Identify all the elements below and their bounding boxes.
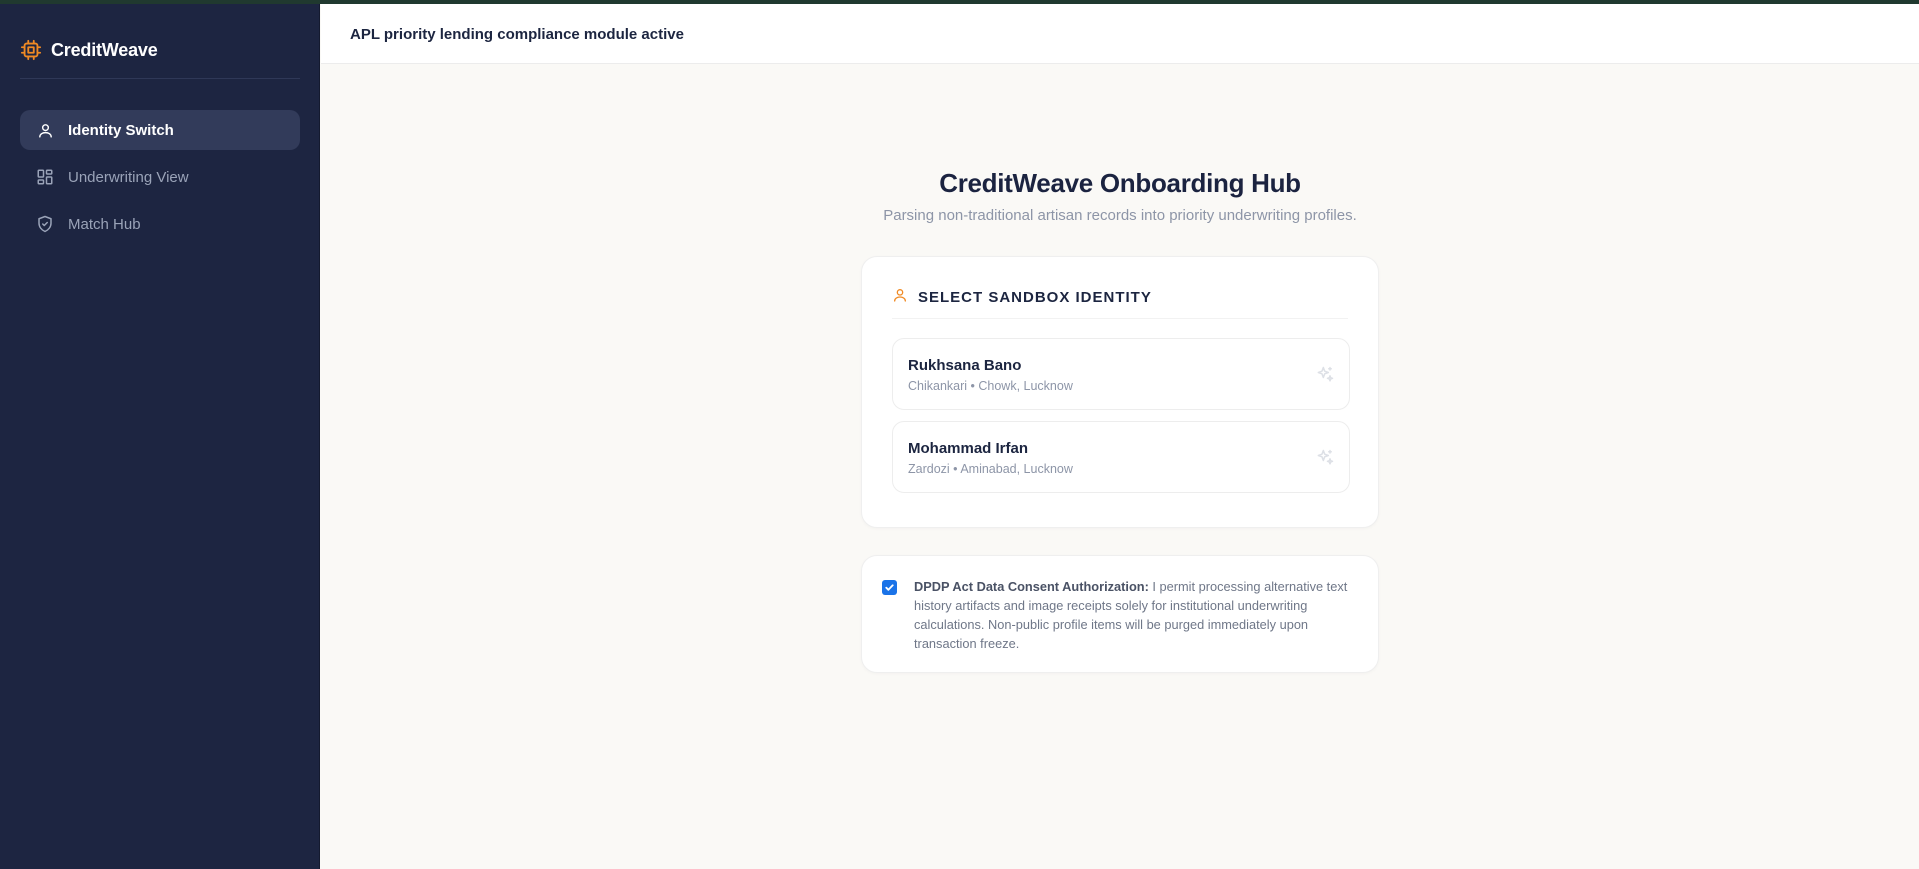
user-icon xyxy=(36,121,54,139)
window-top-strip xyxy=(0,0,1919,4)
sidebar-item-underwriting-view[interactable]: Underwriting View xyxy=(20,157,300,197)
persona-name: Rukhsana Bano xyxy=(908,357,1022,374)
sidebar-divider xyxy=(20,78,300,79)
user-icon xyxy=(892,287,908,308)
brand[interactable]: CreditWeave xyxy=(20,34,158,66)
compliance-status-text: APL priority lending compliance module a… xyxy=(350,26,684,43)
brand-name: CreditWeave xyxy=(51,39,158,60)
main-content: APL priority lending compliance module a… xyxy=(321,4,1919,869)
top-header: APL priority lending compliance module a… xyxy=(321,4,1919,64)
consent-card: DPDP Act Data Consent Authorization: I p… xyxy=(861,555,1379,673)
identity-card: SELECT SANDBOX IDENTITY Rukhsana Bano Ch… xyxy=(861,256,1379,528)
persona-name: Mohammad Irfan xyxy=(908,440,1029,457)
consent-label-bold: DPDP Act Data Consent Authorization: xyxy=(914,579,1149,594)
consent-text[interactable]: DPDP Act Data Consent Authorization: I p… xyxy=(914,577,1359,653)
checkmark-icon xyxy=(885,584,894,591)
shield-check-icon xyxy=(36,215,54,233)
sidebar: CreditWeave Identity Switch Underwriting… xyxy=(0,4,320,869)
sidebar-item-label: Underwriting View xyxy=(68,168,189,186)
identity-card-title: SELECT SANDBOX IDENTITY xyxy=(918,289,1152,306)
sparkle-icon xyxy=(1315,448,1335,468)
sidebar-item-label: Identity Switch xyxy=(68,121,174,139)
persona-meta: Chikankari • Chowk, Lucknow xyxy=(908,379,1073,393)
consent-checkbox[interactable] xyxy=(882,580,897,595)
page-title: CreditWeave Onboarding Hub xyxy=(939,168,1301,198)
persona-option-rukhsana-bano[interactable]: Rukhsana Bano Chikankari • Chowk, Luckno… xyxy=(892,338,1350,410)
identity-card-header: SELECT SANDBOX IDENTITY xyxy=(892,287,1152,308)
persona-option-mohammad-irfan[interactable]: Mohammad Irfan Zardozi • Aminabad, Luckn… xyxy=(892,421,1350,493)
sparkle-icon xyxy=(1315,365,1335,385)
sidebar-nav: Identity Switch Underwriting View Match … xyxy=(20,110,300,251)
sidebar-item-match-hub[interactable]: Match Hub xyxy=(20,204,300,244)
persona-meta: Zardozi • Aminabad, Lucknow xyxy=(908,462,1073,476)
card-divider xyxy=(892,318,1348,319)
page-subtitle: Parsing non-traditional artisan records … xyxy=(883,207,1357,224)
sidebar-item-identity-switch[interactable]: Identity Switch xyxy=(20,110,300,150)
sidebar-item-label: Match Hub xyxy=(68,215,141,233)
dashboard-grid-icon xyxy=(36,168,54,186)
chip-icon xyxy=(20,39,42,61)
